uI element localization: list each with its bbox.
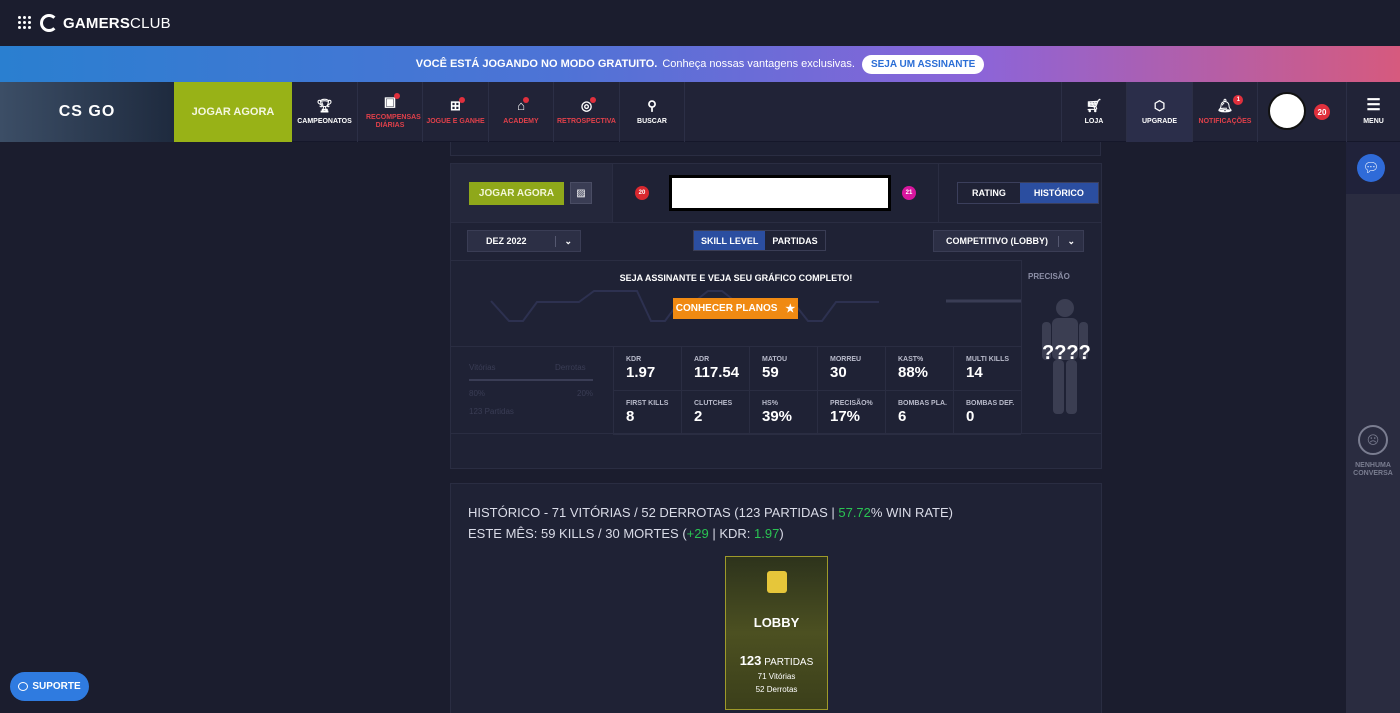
top-bar: GAMERS CLUB	[0, 0, 1400, 46]
precision-label: PRECISÃO	[1028, 272, 1070, 281]
divider	[451, 222, 1101, 223]
profile-stats-panel: JOGAR AGORA ▨ 20 21 RATING HISTÓRICO DEZ…	[450, 163, 1102, 469]
graduation-cap-icon: ⌂	[517, 96, 529, 113]
star-shield-icon: ⬡	[1153, 97, 1166, 113]
chevron-down-icon: ⌄	[1058, 235, 1083, 247]
stat-cell: CLUTCHES 2	[681, 391, 749, 435]
nav-item-notificacoes[interactable]: 🔔︎ 1 NOTIFICAÇÕES	[1193, 82, 1258, 142]
hamburger-icon: ☰	[1366, 96, 1381, 114]
month-select[interactable]: DEZ 2022 ⌄	[467, 230, 581, 252]
win-loss-blurred: Vitórias Derrotas 80% 20% 123 Partidas	[451, 346, 613, 433]
stat-cell: MATOU 59	[749, 347, 817, 391]
sad-face-icon: ☹	[1358, 425, 1388, 455]
trophy-icon: 🏆︎	[316, 97, 333, 113]
lobby-icon	[767, 571, 787, 593]
lobby-title: LOBBY	[753, 615, 800, 630]
promo-text: Conheça nossas vantagens exclusivas.	[662, 58, 855, 70]
current-level-badge: 20	[635, 186, 649, 200]
gamersclub-logo[interactable]: GAMERS CLUB	[40, 14, 171, 32]
chat-rail: 💬︎ ☹ NENHUMA CONVERSA	[1346, 142, 1400, 713]
skill-chart-locked: SEJA ASSINANTE E VEJA SEU GRÁFICO COMPLE…	[451, 260, 1021, 346]
month-summary: ESTE MÊS: 59 KILLS / 30 MORTES (+29 | KD…	[468, 526, 784, 541]
mode-toggle: SKILL LEVEL PARTIDAS	[693, 230, 826, 251]
nav-item-campeonatos[interactable]: 🏆︎ CAMPEONATOS	[292, 82, 358, 142]
support-button[interactable]: SUPORTE	[10, 672, 89, 701]
bell-icon: 🔔︎ 1	[1217, 94, 1244, 113]
history-summary: HISTÓRICO - 71 VITÓRIAS / 52 DERROTAS (1…	[468, 505, 953, 520]
nav-item-academy[interactable]: ⌂ ACADEMY	[489, 82, 554, 142]
nav-item-buscar[interactable]: ⚲ BUSCAR	[620, 82, 685, 142]
profile-play-now-button[interactable]: JOGAR AGORA	[469, 182, 564, 205]
chat-bubble-icon	[18, 682, 29, 691]
stat-cell: MORREU 30	[817, 347, 885, 391]
precision-value: ????	[1042, 342, 1091, 364]
notification-count: 1	[1233, 94, 1244, 105]
search-icon: ⚲	[647, 97, 657, 113]
no-conversation-label: NENHUMA CONVERSA	[1353, 462, 1393, 477]
stat-cell: PRECISÃO% 17%	[817, 391, 885, 435]
tab-rating[interactable]: RATING	[958, 183, 1020, 203]
image-icon[interactable]: ▨	[570, 182, 592, 204]
level-badge: 20	[1314, 104, 1330, 120]
player-header: 20 21	[613, 164, 939, 222]
lobby-card[interactable]: LOBBY 123 PARTIDAS 71 Vitórias 52 Derrot…	[725, 556, 828, 710]
stat-cell: MULTI KILLS 14	[953, 347, 1021, 391]
promo-banner: VOCÊ ESTÁ JOGANDO NO MODO GRATUITO. Conh…	[0, 46, 1400, 82]
chat-add-icon: 💬︎	[1362, 160, 1380, 175]
main-nav: CS GO JOGAR AGORA 🏆︎ CAMPEONATOS ▣ RECOM…	[0, 82, 1400, 142]
star-icon: ★	[785, 303, 796, 315]
stat-cell: KDR 1.97	[613, 347, 681, 391]
calendar-icon: ▣	[384, 92, 401, 109]
cart-icon: 🛒︎	[1085, 97, 1103, 113]
gift-icon: ⊞	[450, 96, 465, 113]
nav-item-loja[interactable]: 🛒︎ LOJA	[1061, 82, 1127, 142]
stats-grid: KDR 1.97 ADR 117.54 MATOU 59 MORREU 30 KAST%…	[613, 346, 1021, 435]
history-panel: HISTÓRICO - 71 VITÓRIAS / 52 DERROTAS (1…	[450, 483, 1102, 713]
nav-play-now-button[interactable]: JOGAR AGORA	[174, 82, 292, 142]
nav-item-retrospectiva[interactable]: ◎ RETROSPECTIVA	[554, 82, 620, 142]
new-chat-button[interactable]: 💬︎	[1357, 154, 1385, 182]
subscribe-button[interactable]: SEJA UM ASSINANTE	[861, 54, 985, 74]
promo-bold-text: VOCÊ ESTÁ JOGANDO NO MODO GRATUITO.	[415, 58, 658, 70]
tab-historico[interactable]: HISTÓRICO	[1019, 183, 1098, 203]
apps-grid-icon[interactable]	[18, 16, 32, 30]
stat-cell: KAST% 88%	[885, 347, 953, 391]
precision-card: PRECISÃO ????	[1021, 260, 1101, 433]
next-level-badge: 21	[902, 186, 916, 200]
chevron-down-icon: ⌄	[555, 235, 580, 247]
panel-top-edge	[450, 142, 1101, 156]
gamersclub-logo-icon	[40, 14, 58, 32]
see-plans-button[interactable]: CONHECER PLANOS ★	[673, 298, 798, 319]
nav-item-upgrade[interactable]: ⬡ UPGRADE	[1127, 82, 1193, 142]
divider	[451, 433, 1101, 434]
profile-tabs: RATING HISTÓRICO	[957, 182, 1099, 204]
stat-cell: FIRST KILLS 8	[613, 391, 681, 435]
nav-item-jogue-e-ganhe[interactable]: ⊞ JOGUE E GANHE	[423, 82, 489, 142]
csgo-logo[interactable]: CS GO	[0, 82, 174, 142]
menu-button[interactable]: ☰ MENU	[1346, 82, 1400, 142]
stat-cell: BOMBAS PLA. 6	[885, 391, 953, 435]
stat-cell: BOMBAS DEF. 0	[953, 391, 1021, 435]
stat-cell: ADR 117.54	[681, 347, 749, 391]
retro-icon: ◎	[581, 96, 597, 113]
avatar[interactable]	[1268, 92, 1306, 130]
profile-actions: JOGAR AGORA ▨	[451, 164, 613, 222]
mode-partidas[interactable]: PARTIDAS	[765, 231, 824, 250]
nav-item-recompensas[interactable]: ▣ RECOMPENSAS DIÁRIAS	[358, 82, 423, 142]
queue-select[interactable]: COMPETITIVO (LOBBY) ⌄	[933, 230, 1084, 252]
lobby-wins: 71 Vitórias	[757, 672, 796, 681]
lobby-losses: 52 Derrotas	[755, 685, 798, 694]
lobby-matches: 123 PARTIDAS	[739, 653, 814, 668]
stat-cell: HS% 39%	[749, 391, 817, 435]
subscribe-headline: SEJA ASSINANTE E VEJA SEU GRÁFICO COMPLE…	[619, 273, 853, 283]
player-name-redacted	[669, 175, 891, 211]
mode-skill-level[interactable]: SKILL LEVEL	[694, 231, 766, 250]
